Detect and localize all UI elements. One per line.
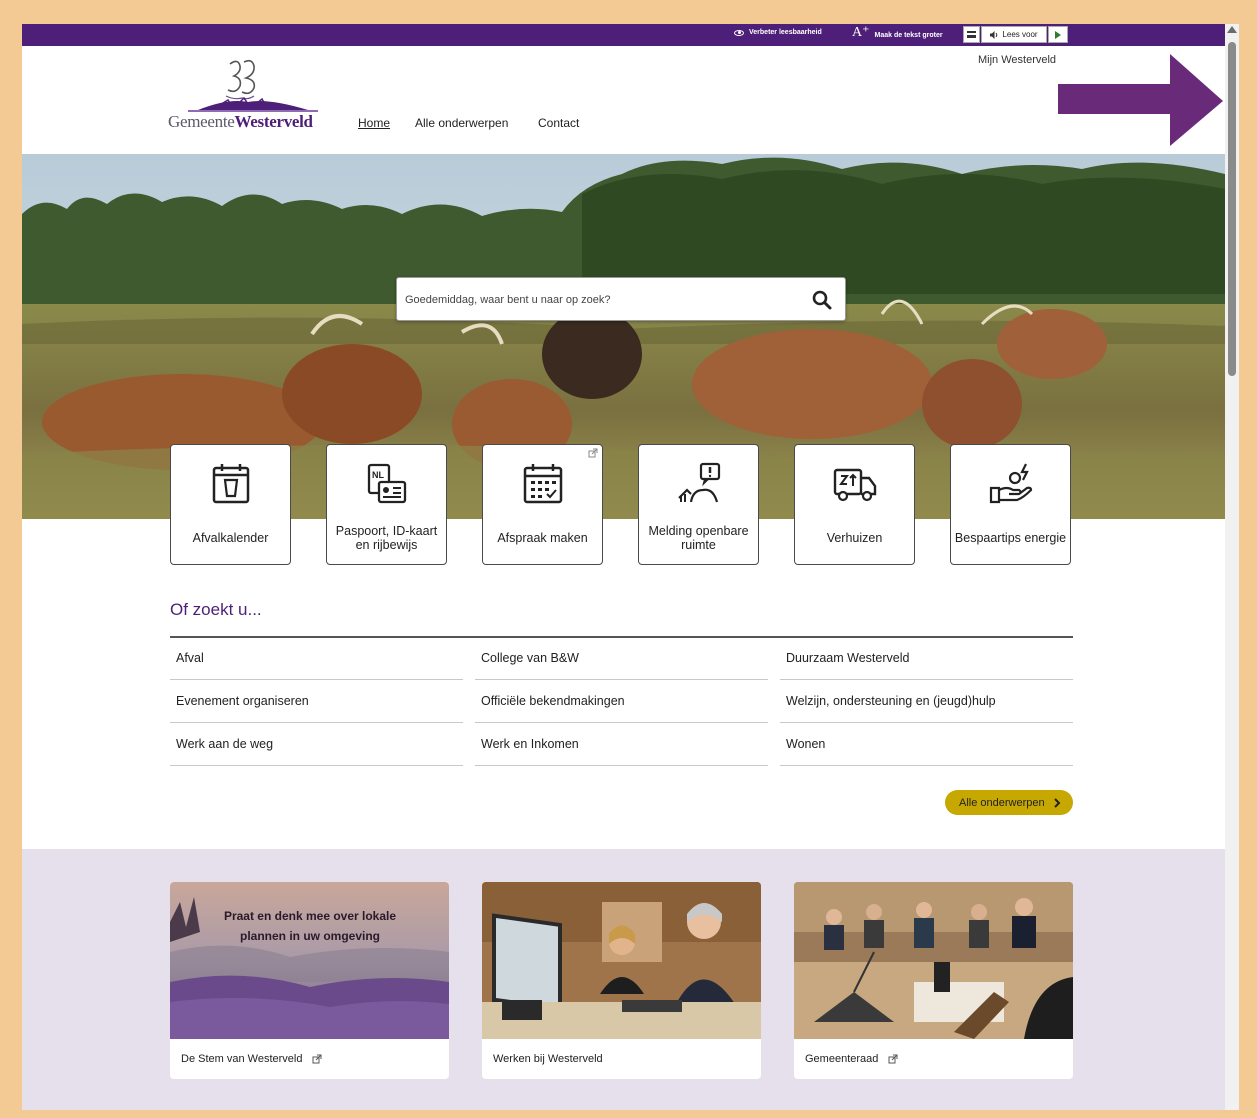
moving-truck-icon [833,468,876,502]
readspeaker-widget: Lees voor [963,26,1068,43]
card-image-office [482,882,761,1039]
tile-verhuizen[interactable]: Verhuizen [794,444,915,565]
accessibility-bar: Verbeter leesbaarheid A⁺ Maak de tekst g… [22,24,1225,46]
tile-afspraak[interactable]: Afspraak maken [482,444,603,565]
search-button[interactable] [809,287,835,313]
energy-saving-icon [989,463,1032,504]
readspeaker-menu-button[interactable] [963,26,980,43]
svg-text:NL: NL [372,470,384,480]
chevron-right-icon [1053,797,1061,808]
readability-button[interactable]: Verbeter leesbaarheid [734,29,822,36]
logo-text: GemeenteWesterveld [168,112,313,132]
speaker-icon [990,30,998,39]
nav-home[interactable]: Home [358,116,390,130]
logo-text-regular: Gemeente [168,112,235,131]
nav-all-topics[interactable]: Alle onderwerpen [415,116,508,130]
tile-label: Afvalkalender [192,531,269,545]
external-link-icon [888,1054,898,1064]
calendar-icon [523,464,562,504]
card-label: De Stem van Westerveld [181,1053,322,1065]
card-overlay-text: plannen in uw omgeving [240,929,380,943]
external-link-icon [588,448,598,458]
card-image-heath: Praat en denk mee over lokale plannen in… [170,882,449,1039]
search-icon [812,290,832,310]
tile-bespaartips[interactable]: Bespaartips energie [950,444,1071,565]
topic-link[interactable]: Werk en Inkomen [475,723,768,766]
listen-label: Lees voor [1002,30,1038,39]
card-label-text: Werken bij Westerveld [493,1053,603,1065]
id-card-icon: NL [367,463,406,504]
topic-link[interactable]: Wonen [780,723,1073,766]
nav-contact[interactable]: Contact [538,116,579,130]
all-topics-label: Alle onderwerpen [959,796,1045,809]
topic-link[interactable]: Afval [170,637,463,680]
logo-text-bold: Westerveld [234,112,314,131]
tile-label: Melding openbare ruimte [648,524,749,552]
play-button[interactable] [1048,26,1068,43]
card-label: Gemeenteraad [805,1053,898,1065]
card-label-text: Gemeenteraad [805,1053,879,1065]
tile-label: Bespaartips energie [954,531,1067,545]
report-icon [677,462,720,503]
logo[interactable]: GemeenteWesterveld [168,56,333,132]
card-image-council [794,882,1073,1039]
scroll-up-arrow-icon[interactable] [1227,26,1237,33]
topic-link[interactable]: College van B&W [475,637,768,680]
text-larger-label: Maak de tekst groter [874,31,943,39]
topic-link[interactable]: Officiële bekendmakingen [475,680,768,723]
readability-label: Verbeter leesbaarheid [749,29,822,36]
play-icon [1055,30,1061,39]
text-size-icon: A⁺ [852,25,870,40]
card-label: Werken bij Westerveld [493,1053,603,1065]
card-label-text: De Stem van Westerveld [181,1053,303,1065]
eye-icon [734,29,744,36]
browser-viewport: Verbeter leesbaarheid A⁺ Maak de tekst g… [22,24,1225,1110]
mijn-westerveld-link[interactable]: Mijn Westerveld [978,54,1056,66]
tile-melding[interactable]: Melding openbare ruimte [638,444,759,565]
vertical-scrollbar[interactable] [1225,24,1239,1110]
cards-section: Praat en denk mee over lokale plannen in… [22,849,1225,1110]
tile-label: Verhuizen [826,531,883,545]
waste-calendar-icon [212,464,249,504]
topic-link[interactable]: Werk aan de weg [170,723,463,766]
section-title: Of zoekt u... [170,600,262,619]
card-overlay-text: Praat en denk mee over lokale [224,909,396,923]
text-larger-button[interactable]: A⁺ Maak de tekst groter [852,25,943,41]
scrollbar-thumb[interactable] [1228,42,1236,376]
topic-link[interactable]: Welzijn, ondersteuning en (jeugd)hulp [780,680,1073,723]
all-topics-button[interactable]: Alle onderwerpen [945,790,1073,815]
search-input[interactable] [405,290,785,310]
listen-button[interactable]: Lees voor [981,26,1047,43]
menu-icon [967,31,976,38]
card-gemeenteraad[interactable]: Gemeenteraad [794,882,1073,1079]
annotation-arrow-icon [1058,54,1223,146]
tile-label: Paspoort, ID-kaart en rijbewijs [335,524,438,552]
tile-label: Afspraak maken [497,531,588,545]
search-box [396,277,846,321]
card-werken-bij[interactable]: Werken bij Westerveld [482,882,761,1079]
card-de-stem[interactable]: Praat en denk mee over lokale plannen in… [170,882,449,1079]
topic-link[interactable]: Evenement organiseren [170,680,463,723]
tile-afvalkalender[interactable]: Afvalkalender [170,444,291,565]
external-link-icon [312,1054,322,1064]
logo-mark-icon [188,59,318,112]
tile-paspoort[interactable]: NL Paspoort, ID-kaart en rijbewijs [326,444,447,565]
topic-link[interactable]: Duurzaam Westerveld [780,637,1073,680]
